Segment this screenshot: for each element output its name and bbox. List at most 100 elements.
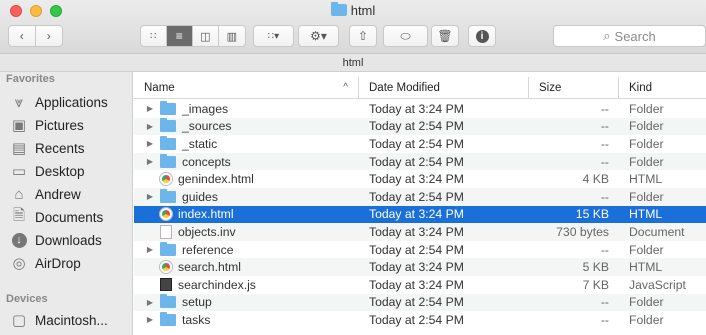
- back-button[interactable]: ‹: [9, 26, 36, 46]
- cell-date: Today at 3:24 PM: [369, 260, 464, 275]
- group-button[interactable]: ∷▾: [253, 25, 294, 47]
- file-name: _static: [182, 136, 218, 151]
- path-bar: html: [0, 54, 706, 72]
- column-header-date[interactable]: Date Modified: [359, 77, 529, 98]
- disclosure-triangle-icon[interactable]: ▶: [144, 315, 156, 324]
- trash-icon: 🗑: [437, 29, 453, 43]
- table-row[interactable]: ▶ _images Today at 3:24 PM -- Folder: [134, 100, 706, 118]
- share-icon: ⇧: [357, 29, 369, 43]
- html-file-icon: [160, 208, 172, 221]
- action-button[interactable]: ⚙▾: [298, 25, 339, 47]
- sidebar-item-pictures[interactable]: ▣ Pictures: [10, 114, 84, 136]
- icon-view-button[interactable]: ∷: [141, 26, 167, 46]
- recents-icon: ▤: [11, 140, 27, 157]
- document-icon: [160, 224, 172, 239]
- cell-date: Today at 3:24 PM: [369, 224, 464, 239]
- forward-button[interactable]: ›: [36, 26, 62, 46]
- column-header-name[interactable]: Name ^: [134, 77, 359, 98]
- window-title: html: [0, 2, 706, 18]
- grid-icon: ∷: [150, 30, 157, 42]
- disclosure-triangle-icon[interactable]: ▶: [144, 139, 156, 148]
- info-button[interactable]: i: [468, 25, 496, 47]
- desktop-icon: ▭: [11, 163, 27, 180]
- columns-icon: ◫: [200, 30, 211, 43]
- folder-icon: [160, 100, 176, 115]
- sort-ascending-icon: ^: [343, 82, 348, 93]
- disclosure-triangle-icon[interactable]: ▶: [144, 104, 156, 113]
- file-name: objects.inv: [178, 224, 236, 239]
- cell-size: 15 KB: [575, 207, 609, 222]
- table-row[interactable]: search.html Today at 3:24 PM 5 KB HTML: [134, 258, 706, 276]
- cell-name: ▶ reference: [134, 241, 359, 259]
- cell-kind: Folder: [629, 312, 664, 327]
- gallery-view-button[interactable]: ▥: [219, 26, 245, 46]
- table-row[interactable]: ▶ _sources Today at 2:54 PM -- Folder: [134, 117, 706, 136]
- chevron-right-icon: ›: [46, 29, 51, 43]
- cell-size: --: [600, 119, 609, 134]
- nav-buttons: ‹ ›: [8, 25, 63, 47]
- disclosure-triangle-icon[interactable]: ▶: [144, 298, 156, 307]
- table-row[interactable]: ▶ tasks Today at 2:54 PM -- Folder: [134, 311, 706, 329]
- cell-kind: Folder: [629, 101, 664, 116]
- table-row[interactable]: index.html Today at 3:24 PM 15 KB HTML: [134, 205, 706, 224]
- cell-name: ▶ guides: [134, 188, 359, 206]
- table-header: Name ^ Date Modified Size Kind: [134, 77, 706, 99]
- cell-name: genindex.html: [134, 170, 359, 188]
- sidebar-item-recents[interactable]: ▤ Recents: [10, 137, 85, 159]
- tag-icon: ⬭: [400, 28, 411, 43]
- cell-size: --: [600, 101, 609, 116]
- table-row[interactable]: ▶ guides Today at 2:54 PM -- Folder: [134, 187, 706, 206]
- table-row[interactable]: ▶ _static Today at 2:54 PM -- Folder: [134, 135, 706, 153]
- file-name: tasks: [182, 312, 211, 327]
- folder-icon: [330, 2, 347, 16]
- column-header-kind[interactable]: Kind: [619, 77, 706, 98]
- cell-kind: Folder: [629, 295, 664, 310]
- cell-kind: Document: [629, 224, 685, 239]
- cell-kind: Folder: [629, 136, 664, 151]
- table-row[interactable]: genindex.html Today at 3:24 PM 4 KB HTML: [134, 170, 706, 188]
- tags-button[interactable]: ⬭: [383, 25, 428, 47]
- table-row[interactable]: ▶ concepts Today at 2:54 PM -- Folder: [134, 152, 706, 171]
- cell-size: --: [600, 295, 609, 310]
- camera-icon: ▣: [11, 117, 27, 134]
- sidebar-item-downloads[interactable]: ↓ Downloads: [10, 229, 102, 251]
- cell-date: Today at 2:54 PM: [369, 312, 464, 327]
- column-view-button[interactable]: ◫: [193, 26, 219, 46]
- share-button[interactable]: ⇧: [349, 25, 377, 47]
- view-mode-control: ∷ ≡ ◫ ▥: [140, 25, 246, 47]
- sidebar-item-airdrop[interactable]: ◎ AirDrop: [10, 252, 80, 274]
- table-row[interactable]: objects.inv Today at 3:24 PM 730 bytes Docu…: [134, 223, 706, 241]
- folder-icon: [160, 311, 176, 326]
- trash-button[interactable]: 🗑: [431, 25, 459, 47]
- table-row[interactable]: searchindex.js Today at 3:24 PM 7 KB JavaSc…: [134, 276, 706, 294]
- cell-name: ▶ _static: [134, 135, 359, 153]
- file-name: search.html: [178, 260, 241, 275]
- file-name: searchindex.js: [178, 277, 256, 292]
- search-input[interactable]: ⌕ Search: [553, 25, 706, 47]
- cell-name: objects.inv: [134, 223, 359, 241]
- chevron-left-icon: ‹: [19, 29, 24, 43]
- sidebar-item-macintosh[interactable]: ▢ Macintosh...: [10, 309, 108, 331]
- sidebar-item-applications[interactable]: ⩔ Applications: [10, 91, 108, 113]
- cell-date: Today at 2:54 PM: [369, 189, 464, 204]
- disclosure-triangle-icon[interactable]: ▶: [144, 157, 156, 166]
- cell-kind: Folder: [629, 242, 664, 257]
- gallery-icon: ▥: [226, 30, 237, 43]
- disclosure-triangle-icon[interactable]: ▶: [144, 122, 156, 131]
- cell-kind: HTML: [629, 260, 663, 275]
- sidebar-section-favorites: Favorites: [6, 73, 55, 85]
- cell-name: search.html: [134, 258, 359, 276]
- table-row[interactable]: ▶ setup Today at 2:54 PM -- Folder: [134, 293, 706, 312]
- disclosure-triangle-icon[interactable]: ▶: [144, 245, 156, 254]
- column-header-size[interactable]: Size: [529, 77, 619, 98]
- sidebar-item-desktop[interactable]: ▭ Desktop: [10, 160, 85, 182]
- sidebar-item-documents[interactable]: 🗎 Documents: [10, 206, 103, 228]
- table-row[interactable]: ▶ reference Today at 2:54 PM -- Folder: [134, 241, 706, 259]
- sidebar-item-andrew[interactable]: ⌂ Andrew: [10, 183, 80, 205]
- file-name: _images: [182, 101, 229, 116]
- cell-size: --: [600, 189, 609, 204]
- list-view-button[interactable]: ≡: [166, 26, 194, 46]
- disclosure-triangle-icon[interactable]: ▶: [144, 192, 156, 201]
- downloads-icon: ↓: [10, 232, 28, 248]
- script-file-icon: [160, 278, 172, 292]
